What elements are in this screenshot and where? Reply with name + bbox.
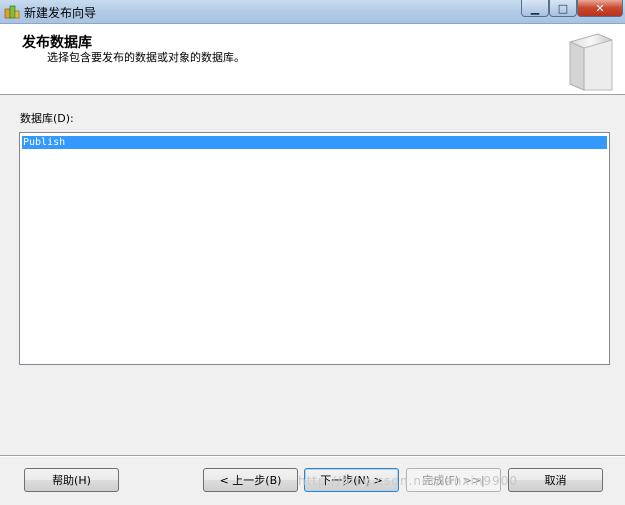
back-button[interactable]: < 上一步(B) xyxy=(203,468,298,492)
app-icon xyxy=(4,5,20,19)
wizard-header: 发布数据库 选择包含要发布的数据或对象的数据库。 xyxy=(0,24,625,95)
close-icon: ✕ xyxy=(595,1,605,15)
list-item[interactable]: Publish xyxy=(22,136,607,149)
book-graphic-icon xyxy=(569,33,613,91)
cancel-button[interactable]: 取消 xyxy=(508,468,603,492)
minimize-button[interactable]: ▁ xyxy=(521,0,549,17)
title-bar[interactable]: 新建发布向导 ▁ □ ✕ xyxy=(0,0,625,24)
footer-divider xyxy=(0,455,625,457)
database-listbox[interactable]: Publish xyxy=(19,132,610,365)
database-label: 数据库(D): xyxy=(20,112,74,125)
maximize-icon: □ xyxy=(557,1,569,15)
page-subtitle: 选择包含要发布的数据或对象的数据库。 xyxy=(47,51,245,64)
maximize-button[interactable]: □ xyxy=(549,0,577,17)
minimize-icon: ▁ xyxy=(530,1,540,15)
help-button[interactable]: 帮助(H) xyxy=(24,468,119,492)
next-button[interactable]: 下一步(N) > xyxy=(304,468,399,492)
finish-button[interactable]: 完成(F) >>| xyxy=(406,468,501,492)
close-button[interactable]: ✕ xyxy=(577,0,623,17)
window-title: 新建发布向导 xyxy=(24,6,97,20)
